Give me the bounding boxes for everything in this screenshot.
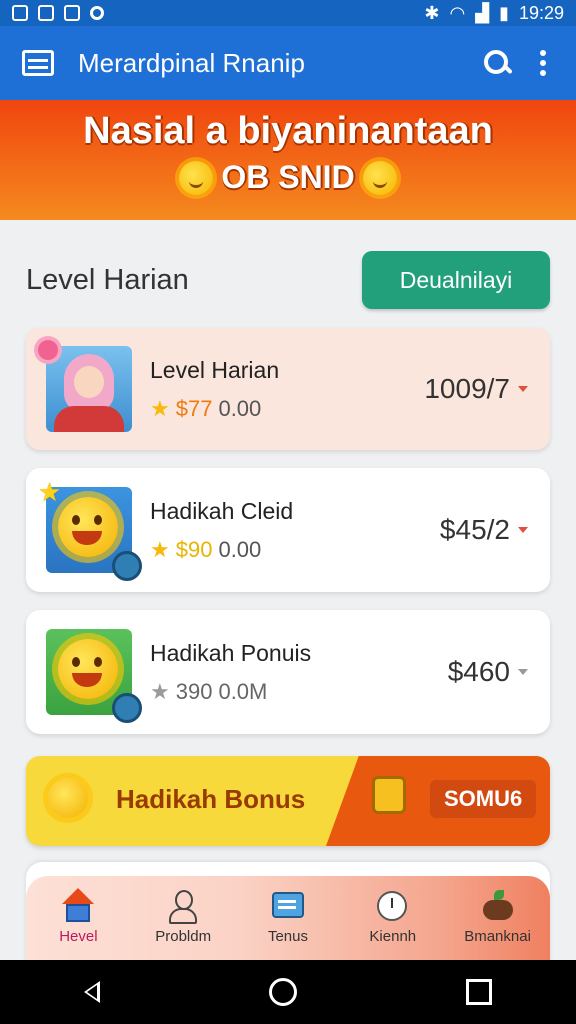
star-icon: ★ bbox=[38, 477, 62, 507]
avatar-body bbox=[54, 406, 124, 432]
search-icon[interactable] bbox=[482, 48, 512, 78]
card-value: 1009/7 bbox=[424, 373, 510, 404]
card-title: Hadikah Ponuis bbox=[150, 639, 312, 666]
avatar-face bbox=[74, 366, 104, 398]
card-amount: ★ $90 0.00 bbox=[150, 537, 440, 563]
bluetooth-icon: ✱ bbox=[424, 2, 440, 23]
menu-icon[interactable] bbox=[22, 50, 54, 76]
home-icon bbox=[60, 888, 96, 924]
section-action-button[interactable]: Deualnilayi bbox=[362, 251, 550, 309]
bonus-tag[interactable]: SOMU6 bbox=[430, 780, 537, 818]
level-card[interactable]: ★ Hadikah Cleid ★ $90 0.00 $45/2 bbox=[26, 468, 550, 592]
smiling-sun-icon bbox=[58, 497, 118, 557]
chevron-down-icon[interactable] bbox=[518, 386, 528, 392]
chevron-down-icon[interactable] bbox=[518, 527, 528, 533]
card-amount-highlight: $90 bbox=[175, 536, 213, 562]
bottom-navigation: Hevel Probldm Tenus Kiennh Bmanknai bbox=[26, 876, 550, 960]
circle-icon bbox=[90, 6, 104, 20]
section-title: Level Harian bbox=[26, 263, 189, 296]
sun-icon bbox=[179, 160, 214, 195]
card-text: Hadikah Ponuis ★ 390 0.0M bbox=[150, 640, 448, 705]
gallery-icon bbox=[38, 5, 54, 21]
sun-icon bbox=[362, 160, 397, 195]
ball-icon bbox=[112, 693, 142, 723]
card-value: $45/2 bbox=[439, 514, 510, 545]
card-amount: ★ 390 0.0M bbox=[150, 679, 448, 705]
card-title: Hadikah Cleid bbox=[150, 497, 294, 524]
nav-item-kiennh[interactable]: Kiennh bbox=[343, 888, 443, 945]
banner-subtitle-row: OB SNID bbox=[0, 159, 576, 196]
promo-banner[interactable]: Nasial a biyaninantaan OB SNID bbox=[0, 100, 576, 220]
nav-item-bmanknai[interactable]: Bmanknai bbox=[448, 888, 548, 945]
star-icon: ★ bbox=[150, 678, 170, 704]
sun-icon bbox=[48, 778, 88, 818]
more-options-icon[interactable] bbox=[540, 50, 546, 76]
level-card[interactable]: Hadikah Ponuis ★ 390 0.0M $460 bbox=[26, 610, 550, 734]
nav-item-hevel[interactable]: Hevel bbox=[28, 888, 128, 945]
nav-label: Kiennh bbox=[369, 928, 417, 945]
bag-icon bbox=[480, 888, 516, 924]
card-amount: ★ $77 0.00 bbox=[150, 396, 424, 422]
section-header: Level Harian Deualnilayi bbox=[26, 250, 550, 310]
banner-subtitle: OB SNID bbox=[221, 159, 355, 195]
bonus-title: Hadikah Bonus bbox=[116, 784, 306, 814]
star-icon: ★ bbox=[150, 395, 170, 421]
notification-icon bbox=[12, 5, 28, 21]
nav-label: Probldm bbox=[155, 928, 212, 945]
star-icon: ★ bbox=[150, 536, 170, 562]
bonus-banner[interactable]: Hadikah Bonus SOMU6 bbox=[26, 756, 550, 846]
card-amount-rest: 0.00 bbox=[218, 536, 262, 562]
battery-icon: ▮ bbox=[499, 2, 509, 23]
clock-icon bbox=[375, 888, 411, 924]
home-button-icon[interactable] bbox=[268, 978, 297, 1006]
flower-icon bbox=[38, 340, 58, 360]
card-amount-highlight: 390 bbox=[175, 678, 213, 704]
card-text: Level Harian ★ $77 0.00 bbox=[150, 357, 424, 422]
banner-title: Nasial a biyaninantaan bbox=[83, 110, 493, 152]
card-amount-rest: 0.0M bbox=[218, 678, 268, 704]
recent-apps-icon[interactable] bbox=[465, 979, 492, 1005]
gift-icon bbox=[372, 776, 406, 814]
nav-label: Tenus bbox=[267, 928, 308, 945]
card-amount-highlight: $77 bbox=[175, 395, 213, 421]
app-icon bbox=[64, 5, 80, 21]
back-icon[interactable] bbox=[84, 981, 101, 1003]
card-value: $460 bbox=[447, 656, 510, 687]
nav-label: Bmanknai bbox=[464, 928, 531, 945]
sun-thumbnail: ★ bbox=[38, 479, 142, 581]
card-amount-rest: 0.00 bbox=[218, 395, 262, 421]
sun-thumbnail bbox=[46, 629, 142, 723]
screen-icon bbox=[270, 888, 306, 924]
system-navigation-bar bbox=[0, 960, 576, 1024]
avatar-thumbnail bbox=[38, 340, 132, 432]
smiling-sun-icon bbox=[58, 639, 118, 699]
nav-label: Hevel bbox=[59, 928, 98, 945]
nav-item-tenus[interactable]: Tenus bbox=[238, 888, 338, 945]
nav-item-probldm[interactable]: Probldm bbox=[133, 888, 233, 945]
status-system: ✱ ◠ ▟ ▮ 19:29 bbox=[424, 3, 564, 24]
app-bar: Merardpinal Rnanip bbox=[0, 26, 576, 100]
card-title: Level Harian bbox=[150, 356, 280, 383]
person-icon bbox=[165, 888, 201, 924]
card-text: Hadikah Cleid ★ $90 0.00 bbox=[150, 498, 440, 563]
level-card[interactable]: Level Harian ★ $77 0.00 1009/7 bbox=[26, 328, 550, 450]
chevron-down-icon[interactable] bbox=[518, 669, 528, 675]
wifi-icon: ◠ bbox=[449, 2, 466, 23]
status-notifications bbox=[12, 5, 104, 21]
app-title: Merardpinal Rnanip bbox=[78, 47, 305, 78]
signal-icon: ▟ bbox=[475, 2, 490, 23]
ball-icon bbox=[112, 551, 142, 581]
status-bar: ✱ ◠ ▟ ▮ 19:29 bbox=[0, 0, 576, 26]
status-time: 19:29 bbox=[518, 2, 564, 23]
